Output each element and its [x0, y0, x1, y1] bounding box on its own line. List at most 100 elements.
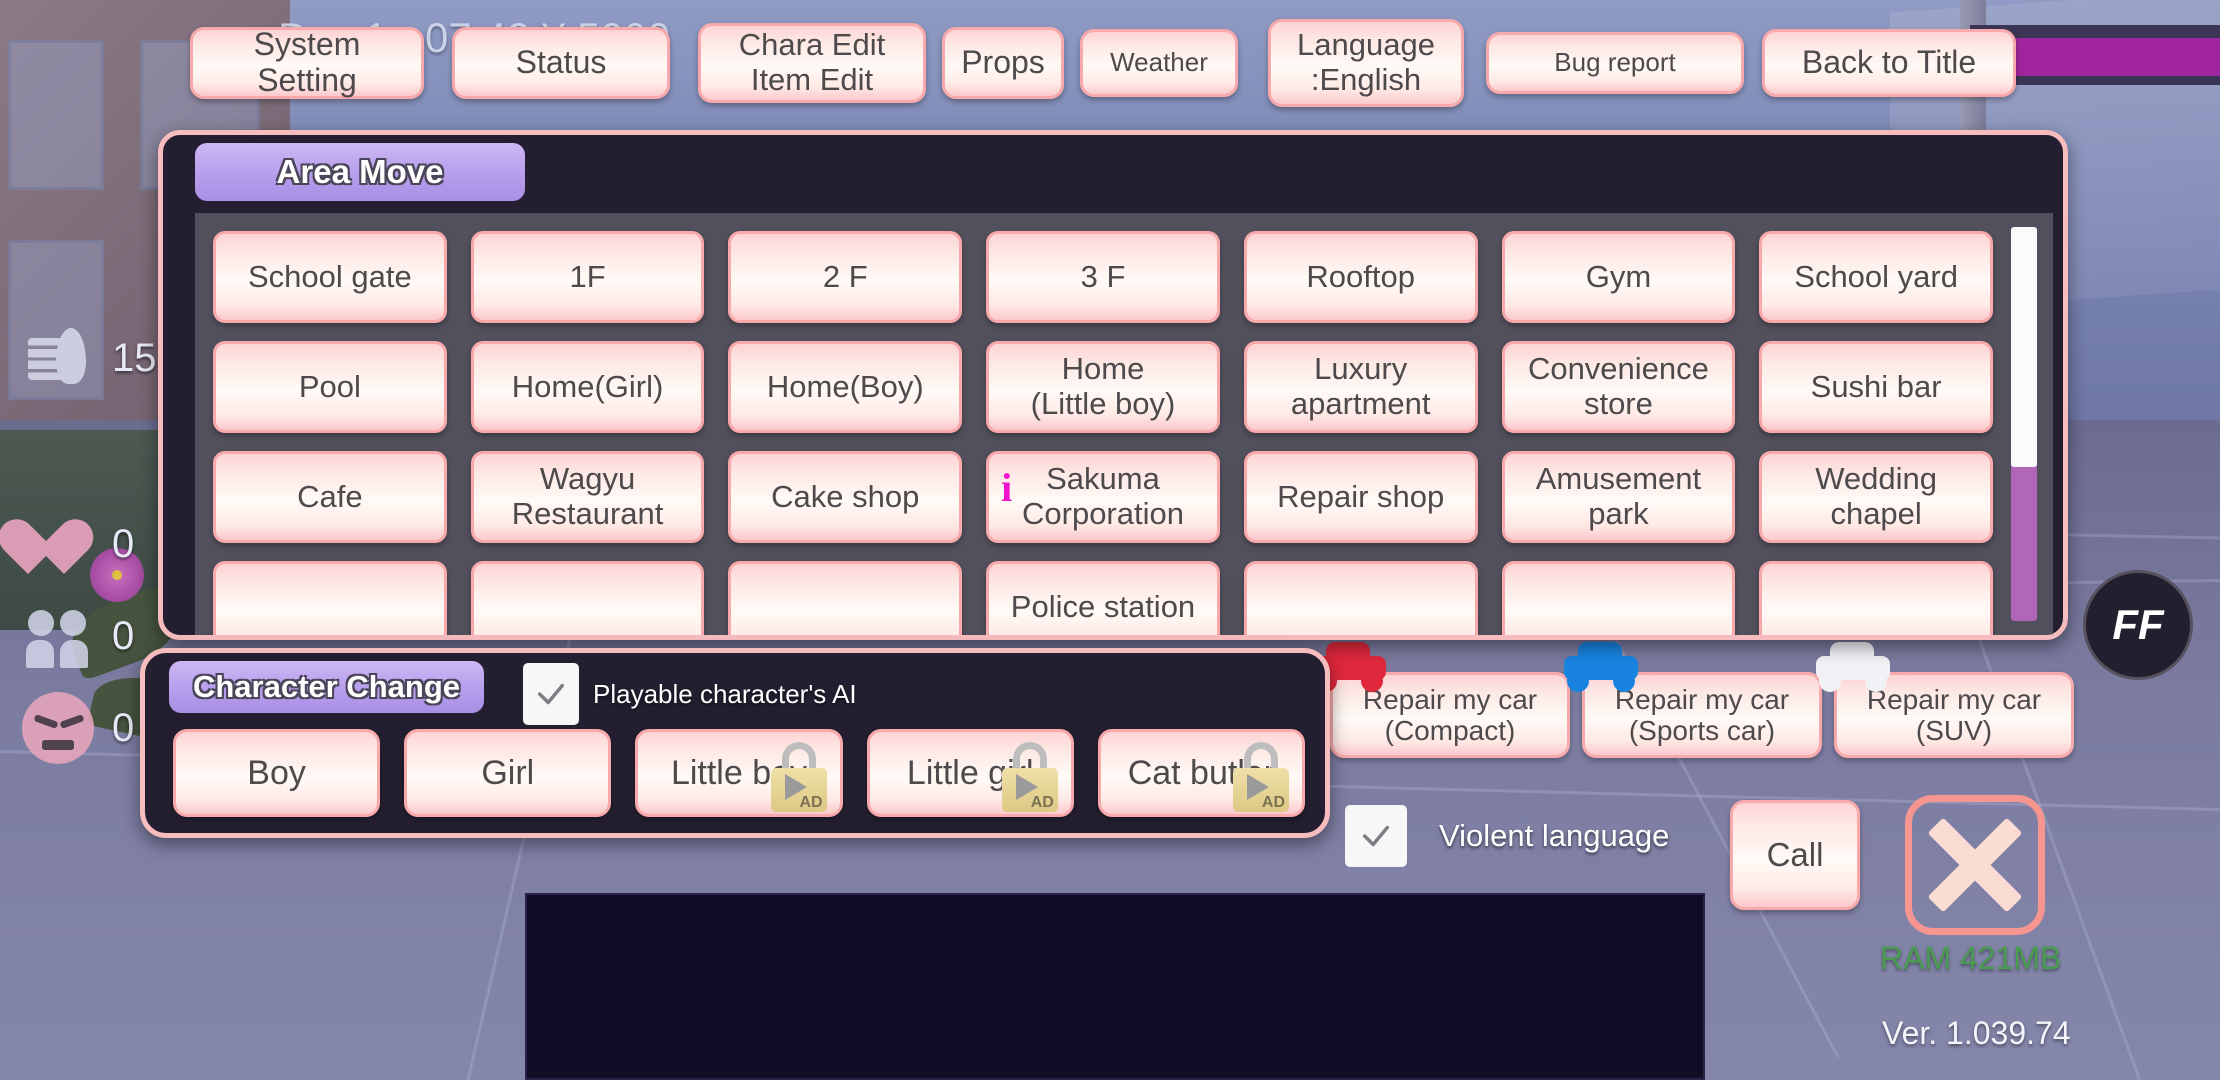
- area-button-grid: School gate 1F 2 F 3 F Rooftop Gym School yard…: [213, 231, 1993, 635]
- area-button-empty[interactable]: [470, 561, 705, 635]
- character-button-boy[interactable]: Boy: [173, 729, 381, 817]
- area-button-label: 2 F: [822, 258, 868, 294]
- close-x-icon[interactable]: [1905, 795, 2045, 935]
- area-button-pool[interactable]: Pool: [213, 341, 447, 433]
- area-button-cafe[interactable]: Cafe: [213, 451, 447, 543]
- menu-button-language[interactable]: Language :English: [1268, 19, 1464, 107]
- area-button-empty[interactable]: [1501, 561, 1736, 635]
- repair-car-label: Repair my car (SUV): [1866, 683, 2042, 746]
- ad-banner-placeholder[interactable]: [525, 893, 1705, 1080]
- lock-ad-icon[interactable]: AD: [999, 742, 1061, 812]
- lock-ad-icon[interactable]: AD: [768, 742, 830, 812]
- area-button-home-little-boy[interactable]: Home (Little boy): [986, 341, 1220, 433]
- car-wheel: [1361, 670, 1383, 692]
- area-button-label: Cake shop: [771, 478, 920, 514]
- area-button-label: Home (Little boy): [1030, 351, 1176, 421]
- area-button-label: School yard: [1794, 258, 1958, 294]
- lock-ad-icon[interactable]: AD: [1230, 742, 1292, 812]
- car-wheel: [1567, 670, 1589, 692]
- area-button-gym[interactable]: Gym: [1501, 231, 1736, 323]
- top-menu-bar: System Setting Status Chara Edit Item Ed…: [0, 19, 2220, 107]
- tab-area-move[interactable]: Area Move: [195, 143, 525, 201]
- repair-car-row: Repair my car (Compact) Repair my car (Sp…: [1312, 642, 2074, 758]
- tab-character-change[interactable]: Character Change: [169, 661, 484, 713]
- area-button-label: Police station: [1010, 588, 1196, 624]
- hud-stat-anger: 0: [22, 692, 134, 764]
- hud-stat-value: 0: [112, 613, 135, 658]
- area-button-label: Pool: [298, 368, 361, 404]
- hud-stat-love: 0: [22, 508, 134, 580]
- area-button-luxury-apartment[interactable]: Luxury apartment: [1243, 341, 1478, 433]
- menu-button-weather[interactable]: Weather: [1080, 29, 1238, 97]
- area-button-label: Home(Boy): [766, 368, 924, 404]
- lock-body: AD: [1001, 768, 1058, 812]
- menu-button-status[interactable]: Status: [452, 27, 670, 99]
- call-button[interactable]: Call: [1730, 800, 1860, 910]
- menu-button-system-setting[interactable]: System Setting: [190, 26, 424, 99]
- brow: [59, 714, 85, 729]
- menu-button-props[interactable]: Props: [942, 27, 1064, 99]
- area-button-label: School gate: [247, 258, 412, 294]
- hud-stat-value: 0: [112, 705, 135, 750]
- menu-button-bug-report[interactable]: Bug report: [1486, 32, 1744, 94]
- lock-body: AD: [770, 768, 827, 812]
- playable-ai-checkbox-group: Playable character's AI: [523, 663, 857, 725]
- area-button-label: 3 F: [1080, 258, 1126, 294]
- menu-button-back-to-title[interactable]: Back to Title: [1762, 29, 2016, 97]
- mouth: [42, 740, 74, 750]
- area-grid-scrollbar[interactable]: [2011, 227, 2037, 621]
- area-button-2-f[interactable]: 2 F: [728, 231, 963, 323]
- character-button-cat-butler[interactable]: Cat butler AD: [1097, 729, 1306, 817]
- area-button-amusement-park[interactable]: Amusement park: [1501, 451, 1736, 543]
- area-button-sushi-bar[interactable]: Sushi bar: [1759, 341, 1993, 433]
- character-button-little-girl[interactable]: Little girl AD: [866, 729, 1074, 817]
- character-button-row: Boy Girl Little boy AD Little girl AD Cat butl…: [173, 729, 1306, 817]
- version-label: Ver. 1.039.74: [1882, 1015, 2071, 1051]
- area-button-label: Convenience store: [1527, 351, 1709, 421]
- area-button-label: Repair shop: [1277, 478, 1445, 514]
- area-button-wedding-chapel[interactable]: Wedding chapel: [1759, 451, 1993, 543]
- area-button-label: Wagyu Restaurant: [511, 461, 664, 531]
- info-icon[interactable]: i: [1001, 468, 1012, 508]
- ad-badge-label: AD: [1261, 794, 1286, 812]
- repair-car-label: Repair my car (Sports car): [1614, 683, 1790, 746]
- fast-forward-button[interactable]: FF: [2083, 570, 2193, 680]
- violent-language-checkbox[interactable]: [1345, 805, 1407, 867]
- money-icon: [22, 322, 94, 394]
- area-button-cake-shop[interactable]: Cake shop: [728, 451, 963, 543]
- scrollbar-thumb[interactable]: [2011, 227, 2037, 468]
- area-button-label: Sakuma Corporation: [1022, 461, 1184, 531]
- area-button-school-yard[interactable]: School yard: [1759, 231, 1993, 323]
- area-button-rooftop[interactable]: Rooftop: [1243, 231, 1478, 323]
- ad-badge-label: AD: [799, 794, 823, 812]
- area-button-wagyu-restaurant[interactable]: Wagyu Restaurant: [470, 451, 705, 543]
- character-button-label: Girl: [481, 753, 535, 792]
- area-button-label: Amusement park: [1535, 461, 1702, 531]
- hud-stat-value: 0: [112, 521, 135, 566]
- character-change-panel: Character Change Playable character's AI…: [140, 648, 1330, 838]
- area-button-label: Home(Girl): [511, 368, 664, 404]
- violent-language-label: Violent language: [1439, 818, 1670, 853]
- area-button-empty[interactable]: [1243, 561, 1478, 635]
- area-button-school-gate[interactable]: School gate: [213, 231, 447, 323]
- playable-ai-checkbox[interactable]: [523, 663, 579, 725]
- character-button-girl[interactable]: Girl: [404, 729, 612, 817]
- area-button-home-boy[interactable]: Home(Boy): [728, 341, 963, 433]
- people-body: [26, 640, 54, 668]
- area-button-police-station[interactable]: Police station: [986, 561, 1220, 635]
- area-button-1f[interactable]: 1F: [470, 231, 705, 323]
- car-cab: [1578, 642, 1622, 666]
- character-button-label: Boy: [247, 753, 306, 792]
- area-button-empty[interactable]: [213, 561, 447, 635]
- area-move-panel: Area Move School gate 1F 2 F3 F Rooftop Gym S…: [158, 130, 2068, 640]
- area-button-sakuma-corporation[interactable]: Sakuma Corporation i: [986, 451, 1220, 543]
- menu-button-chara-item-edit[interactable]: Chara Edit Item Edit: [698, 23, 926, 103]
- area-button-repair-shop[interactable]: Repair shop: [1243, 451, 1478, 543]
- area-button-home-girl[interactable]: Home(Girl): [470, 341, 705, 433]
- area-button-empty[interactable]: [1759, 561, 1993, 635]
- area-button-3-f[interactable]: 3 F: [986, 231, 1220, 323]
- character-button-little-boy[interactable]: Little boy AD: [635, 729, 843, 817]
- area-button-convenience-store[interactable]: Convenience store: [1501, 341, 1736, 433]
- area-button-empty[interactable]: [728, 561, 963, 635]
- repair-car-label: Repair my car (Compact): [1362, 683, 1538, 746]
